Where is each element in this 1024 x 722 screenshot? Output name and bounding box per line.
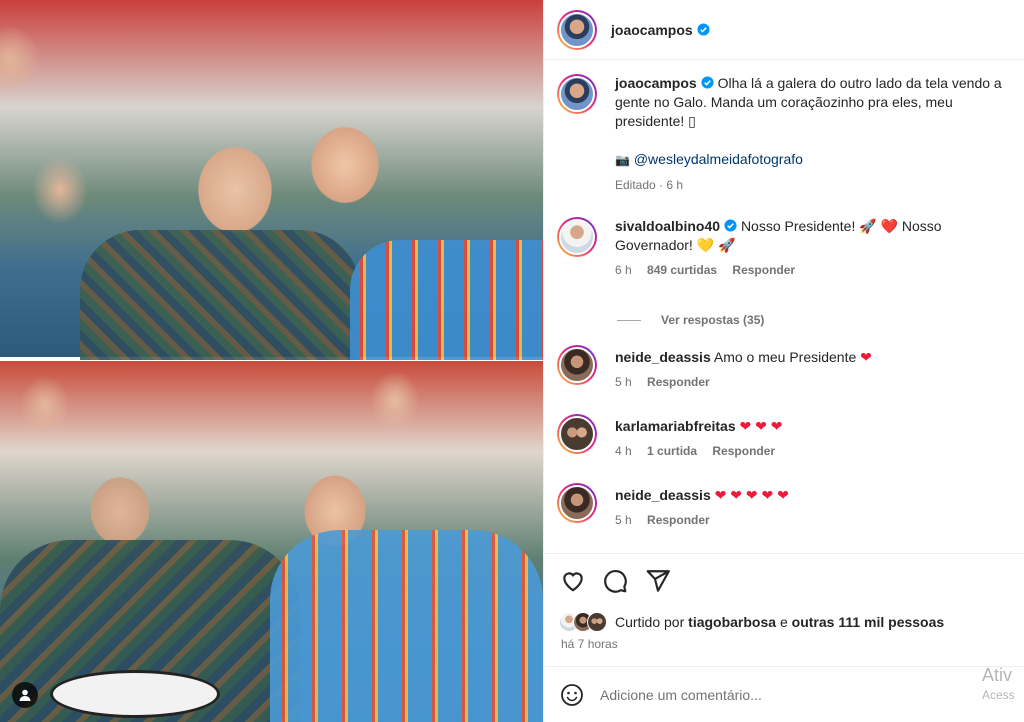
post-photo[interactable] bbox=[0, 0, 543, 722]
heart-emoji: ❤ ❤ ❤ ❤ ❤ bbox=[714, 487, 789, 503]
commenter-avatar[interactable] bbox=[557, 217, 597, 257]
liked-by-prefix: Curtido por bbox=[615, 614, 685, 630]
photographer-mention[interactable]: @wesleydalmeidafotografo bbox=[634, 151, 803, 167]
comment-time[interactable]: 5 h bbox=[615, 513, 632, 527]
comment-time[interactable]: 6 h bbox=[615, 263, 632, 277]
tagged-users-icon[interactable] bbox=[12, 682, 38, 708]
verified-icon bbox=[701, 76, 714, 89]
comments-list[interactable]: joaocampos Olha lá a galera do outro lad… bbox=[544, 61, 1024, 552]
verified-icon bbox=[724, 219, 737, 232]
comment-username[interactable]: karlamariabfreitas bbox=[615, 418, 736, 434]
caption-username[interactable]: joaocampos bbox=[615, 75, 697, 91]
photo-detail bbox=[270, 530, 543, 722]
liked-by-others[interactable]: outras 111 mil pessoas bbox=[792, 614, 945, 630]
edited-time[interactable]: 6 h bbox=[666, 178, 683, 192]
comment-item: sivaldoalbino40 Nosso Presidente! 🚀 ❤️ N… bbox=[557, 217, 1015, 280]
caption: joaocampos Olha lá a galera do outro lad… bbox=[557, 74, 1015, 195]
comment-likes[interactable]: 1 curtida bbox=[647, 444, 697, 458]
reply-button[interactable]: Responder bbox=[647, 513, 710, 527]
liker-avatars[interactable] bbox=[559, 612, 607, 632]
author-username[interactable]: joaocampos bbox=[611, 22, 693, 38]
photo-detail bbox=[350, 240, 543, 360]
comment-username[interactable]: sivaldoalbino40 bbox=[615, 218, 720, 234]
share-send-icon[interactable] bbox=[645, 568, 671, 594]
post-header: joaocampos bbox=[544, 0, 1024, 60]
comment-item: neide_deassis Amo o meu Presidente ❤ 5 h… bbox=[557, 345, 1015, 392]
watermark-line1: Ativ bbox=[982, 665, 1013, 685]
author-avatar[interactable] bbox=[557, 9, 597, 50]
view-replies-label: Ver respostas (35) bbox=[661, 313, 765, 327]
reply-button[interactable]: Responder bbox=[732, 263, 795, 277]
commenter-avatar[interactable] bbox=[557, 483, 597, 523]
reply-button[interactable]: Responder bbox=[712, 444, 775, 458]
comment-input[interactable] bbox=[600, 686, 960, 703]
heart-emoji: ❤ ❤ ❤ bbox=[739, 418, 783, 434]
heart-emoji: ❤ bbox=[860, 349, 872, 365]
comment-composer bbox=[544, 666, 1024, 722]
comment-time[interactable]: 5 h bbox=[615, 375, 632, 389]
view-replies-button[interactable]: Ver respostas (35) bbox=[617, 313, 764, 327]
liked-by-conjunction: e bbox=[779, 614, 788, 630]
commenter-avatar[interactable] bbox=[557, 414, 597, 454]
watermark-line2: Acess bbox=[982, 688, 1015, 702]
post-side-panel: joaocampos joaocampos Olha lá a galera d… bbox=[543, 0, 1024, 722]
comment-likes[interactable]: 849 curtidas bbox=[647, 263, 717, 277]
reply-button[interactable]: Responder bbox=[647, 375, 710, 389]
emoji-icon[interactable] bbox=[560, 683, 584, 707]
comment-username[interactable]: neide_deassis bbox=[615, 349, 711, 365]
commenter-avatar[interactable] bbox=[557, 345, 597, 385]
comment-item: karlamariabfreitas ❤ ❤ ❤ 4 h 1 curtida R… bbox=[557, 414, 1015, 461]
post-time[interactable]: há 7 horas bbox=[561, 637, 618, 651]
author-avatar[interactable] bbox=[557, 74, 597, 114]
comment-item: neide_deassis ❤ ❤ ❤ ❤ ❤ 5 h Responder bbox=[557, 483, 1015, 530]
edited-label: Editado bbox=[615, 178, 656, 192]
photo-detail bbox=[80, 230, 360, 360]
replies-divider bbox=[617, 319, 641, 321]
liked-by: Curtido por tiagobarbosa e outras 111 mi… bbox=[559, 612, 944, 632]
camera-icon: 📷 bbox=[615, 153, 630, 167]
like-heart-icon[interactable] bbox=[560, 568, 586, 594]
verified-icon bbox=[697, 23, 710, 36]
windows-activation-watermark: Ativ Acess bbox=[982, 665, 1024, 705]
comment-text: Amo o meu Presidente bbox=[713, 349, 857, 365]
post-actions: Curtido por tiagobarbosa e outras 111 mi… bbox=[544, 553, 1024, 666]
comment-username[interactable]: neide_deassis bbox=[615, 487, 711, 503]
liked-by-user[interactable]: tiagobarbosa bbox=[688, 614, 776, 630]
comment-bubble-icon[interactable] bbox=[602, 568, 628, 594]
comment-time[interactable]: 4 h bbox=[615, 444, 632, 458]
photo-detail bbox=[50, 670, 220, 718]
